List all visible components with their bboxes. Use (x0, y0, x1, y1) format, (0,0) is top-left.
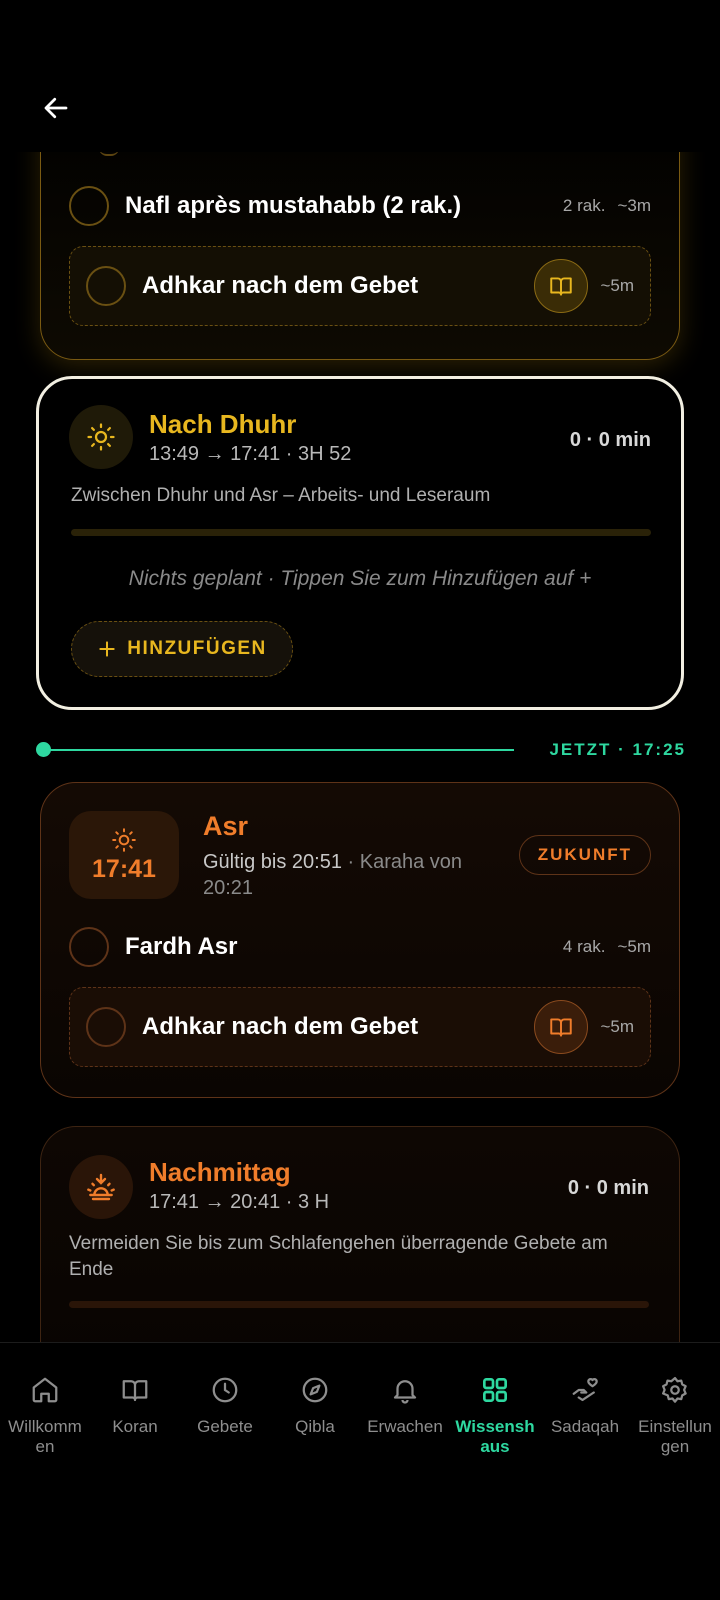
now-label: JETZT · 17:25 (549, 740, 686, 759)
timeline-scroll[interactable]: Nafl après mustahabb (2 rak.) 2 rak. ~3m… (0, 152, 720, 1342)
bottom-navigation: Willkommen Koran Gebete Qibla Erwachen W… (0, 1342, 720, 1502)
item-title: Adhkar nach dem Gebet (142, 1013, 419, 1040)
item-title: Nafl après mustahabb (2 rak.) (125, 192, 462, 219)
status-badge: ZUKUNFT (518, 835, 651, 875)
open-adhkar-button[interactable] (534, 1000, 589, 1054)
list-item[interactable]: Fardh Asr 4 rak. ~5m (69, 907, 651, 987)
nav-label: Einstellungen (638, 1417, 712, 1456)
book-icon (550, 1018, 573, 1037)
add-button[interactable]: HINZUFÜGEN (71, 621, 293, 677)
prayer-time: 17:41 (92, 854, 156, 883)
empty-state-text: Nichts geplant · Tippen Sie zum Hinzufüg… (128, 567, 592, 590)
hand-heart-icon (572, 1378, 598, 1402)
nav-item-sadaqah[interactable]: Sadaqah (540, 1343, 630, 1502)
nav-item-wissenshaus[interactable]: Wissenshaus (450, 1343, 540, 1502)
current-time-indicator: JETZT · 17:25 (36, 740, 686, 760)
book-icon (550, 277, 573, 296)
duration: ~5m (600, 1017, 634, 1036)
nav-item-einstellungen[interactable]: Einstellungen (630, 1343, 720, 1502)
section-description: Zwischen Dhuhr und Asr – Arbeits- und Le… (71, 485, 491, 506)
progress-bar (71, 529, 651, 536)
book-icon (122, 1380, 148, 1402)
nav-label: Wissenshaus (455, 1417, 535, 1456)
item-title: Adhkar nach dem Gebet (142, 272, 419, 299)
checkbox[interactable] (86, 266, 126, 306)
nav-label: Sadaqah (550, 1417, 620, 1436)
plus-icon (99, 641, 115, 657)
valid-until: Gültig bis 20:51 (203, 851, 342, 873)
nav-item-willkommen[interactable]: Willkommen (0, 1343, 90, 1502)
prayer-time-tile: 17:41 (69, 811, 179, 899)
prayer-title: Asr (203, 811, 249, 841)
rak-count: 4 rak. (562, 937, 606, 956)
arrow-left-icon (44, 97, 68, 119)
nachmittag-card[interactable]: Nachmittag 17:41 → 20:41 · 3 H 0 · 0 min… (40, 1126, 680, 1342)
gear-icon (662, 1377, 687, 1403)
back-button[interactable] (36, 88, 76, 128)
section-time-range: 13:49 → 17:41 · 3H 52 (149, 443, 352, 465)
checkbox[interactable] (86, 1007, 126, 1047)
duration: ~3m (617, 196, 651, 215)
open-adhkar-button[interactable] (534, 259, 589, 313)
section-count: 0 · 0 min (569, 429, 651, 451)
now-line (44, 749, 514, 751)
sun-icon (112, 827, 136, 852)
duration: ~5m (600, 276, 634, 295)
morning-section-card: Nafl après mustahabb (2 rak.) 2 rak. ~3m… (40, 152, 680, 360)
list-item[interactable]: Adhkar nach dem Gebet ~5m (69, 246, 651, 326)
nav-item-koran[interactable]: Koran (90, 1343, 180, 1502)
list-item[interactable]: Nafl après mustahabb (2 rak.) 2 rak. ~3m (69, 166, 651, 246)
sun-icon (87, 423, 115, 451)
prayer-validity: Gültig bis 20:51 · Karaha von 20:21 (203, 849, 493, 901)
section-time-range: 17:41 → 20:41 · 3 H (149, 1191, 330, 1213)
bell-icon (393, 1380, 417, 1404)
nav-label: Gebete (197, 1417, 253, 1436)
sunset-icon-disc (69, 1155, 133, 1219)
progress-bar (69, 1301, 649, 1308)
section-count: 0 · 0 min (567, 1177, 649, 1199)
nav-label: Qibla (295, 1417, 335, 1436)
nav-item-gebete[interactable]: Gebete (180, 1343, 270, 1502)
asr-card[interactable]: 17:41 Asr Gültig bis 20:51 · Karaha von … (40, 782, 680, 1098)
nav-label: Erwachen (367, 1417, 443, 1436)
section-title: Nachmittag (149, 1157, 291, 1187)
checkbox[interactable] (69, 927, 109, 967)
nav-label: Koran (112, 1417, 158, 1436)
section-description: Vermeiden Sie bis zum Schlafengehen über… (69, 1233, 608, 1280)
item-title: Fardh Asr (125, 933, 238, 960)
list-item[interactable]: Adhkar nach dem Gebet ~5m (69, 987, 651, 1067)
add-button-label: HINZUFÜGEN (127, 638, 267, 659)
duration: ~5m (617, 937, 651, 956)
compass-icon (302, 1377, 328, 1403)
section-title: Nach Dhuhr (149, 409, 297, 439)
nav-item-erwachen[interactable]: Erwachen (360, 1343, 450, 1502)
checkbox[interactable] (69, 186, 109, 226)
grid-icon (483, 1378, 507, 1402)
nach-dhuhr-card[interactable]: Nach Dhuhr 13:49 → 17:41 · 3H 52 0 · 0 m… (36, 376, 684, 710)
home-icon (32, 1377, 58, 1403)
nav-item-qibla[interactable]: Qibla (270, 1343, 360, 1502)
sunset-icon (87, 1173, 115, 1201)
rak-count: 2 rak. (562, 196, 606, 215)
nav-label: Willkommen (8, 1417, 82, 1456)
sun-icon-disc (69, 405, 133, 469)
clock-icon (212, 1377, 238, 1403)
